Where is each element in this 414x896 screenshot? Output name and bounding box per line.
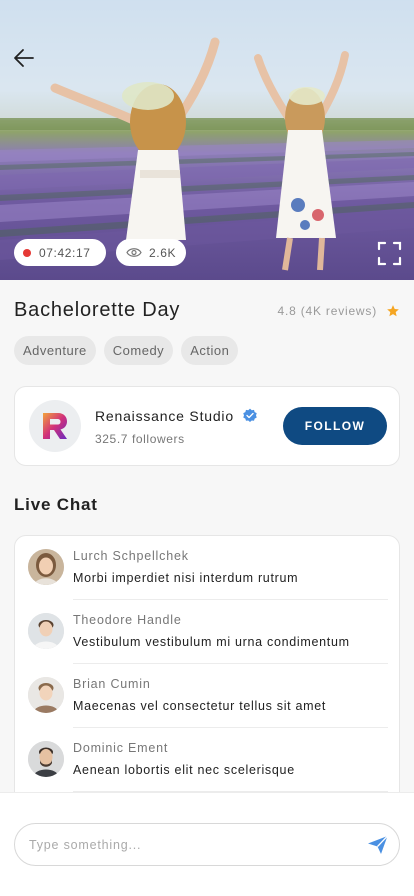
- live-chat-heading: Live Chat: [14, 495, 98, 514]
- eye-icon: [126, 248, 142, 257]
- avatar[interactable]: [28, 613, 64, 649]
- fullscreen-icon: [377, 241, 402, 266]
- studio-name: Renaissance Studio: [95, 408, 234, 424]
- chat-text: Morbi imperdiet nisi interdum rutrum: [73, 571, 299, 585]
- user-avatar-icon: [28, 549, 64, 585]
- star-icon: [387, 305, 399, 317]
- chat-message: Dominic Ement Aenean lobortis elit nec s…: [15, 728, 399, 792]
- rating-text: 4.8 (4K reviews): [277, 304, 377, 318]
- chat-text: Vestibulum vestibulum mi urna condimentu…: [73, 635, 350, 649]
- chat-author: Dominic Ement: [73, 741, 169, 755]
- studio-card: Renaissance Studio 325.7 followers FOLLO…: [14, 386, 400, 466]
- view-count-badge: 2.6K: [116, 239, 186, 266]
- arrow-left-icon: [14, 49, 34, 67]
- studio-name-row[interactable]: Renaissance Studio: [95, 408, 258, 424]
- chat-input-wrapper: [14, 823, 400, 866]
- studio-logo-icon: [43, 413, 67, 439]
- chat-author: Lurch Schpellchek: [73, 549, 189, 563]
- studio-followers: 325.7 followers: [95, 432, 185, 446]
- chat-author: Theodore Handle: [73, 613, 182, 627]
- genre-tags: Adventure Comedy Action: [14, 336, 239, 365]
- verified-badge-icon: [243, 408, 257, 422]
- live-time-badge: 07:42:17: [14, 239, 106, 266]
- back-button[interactable]: [8, 42, 40, 74]
- tag-adventure[interactable]: Adventure: [14, 336, 96, 365]
- live-time: 07:42:17: [39, 245, 91, 260]
- event-title: Bachelorette Day: [14, 299, 181, 321]
- send-icon: [368, 835, 388, 854]
- follow-button[interactable]: FOLLOW: [283, 407, 387, 445]
- chat-text: Maecenas vel consectetur tellus sit amet: [73, 699, 327, 713]
- tag-action[interactable]: Action: [181, 336, 239, 365]
- chat-message: Lurch Schpellchek Morbi imperdiet nisi i…: [15, 536, 399, 600]
- avatar[interactable]: [28, 741, 64, 777]
- chat-text: Aenean lobortis elit nec scelerisque: [73, 763, 295, 777]
- avatar[interactable]: [28, 549, 64, 585]
- chat-composer: [0, 792, 414, 896]
- send-button[interactable]: [367, 835, 389, 855]
- chat-list[interactable]: Lurch Schpellchek Morbi imperdiet nisi i…: [14, 535, 400, 815]
- chat-input[interactable]: [29, 824, 359, 865]
- hero-video[interactable]: 07:42:17 2.6K: [0, 0, 414, 280]
- live-dot-icon: [23, 248, 31, 257]
- studio-logo[interactable]: [29, 400, 81, 452]
- user-avatar-icon: [28, 677, 64, 713]
- chat-author: Brian Cumin: [73, 677, 151, 691]
- tag-comedy[interactable]: Comedy: [103, 336, 174, 365]
- user-avatar-icon: [28, 741, 64, 777]
- chat-message: Theodore Handle Vestibulum vestibulum mi…: [15, 600, 399, 664]
- hero-image: [0, 0, 414, 271]
- view-count: 2.6K: [149, 245, 177, 260]
- avatar[interactable]: [28, 677, 64, 713]
- fullscreen-button[interactable]: [377, 241, 402, 266]
- user-avatar-icon: [28, 613, 64, 649]
- rating: 4.8 (4K reviews): [278, 304, 401, 318]
- chat-message: Brian Cumin Maecenas vel consectetur tel…: [15, 664, 399, 728]
